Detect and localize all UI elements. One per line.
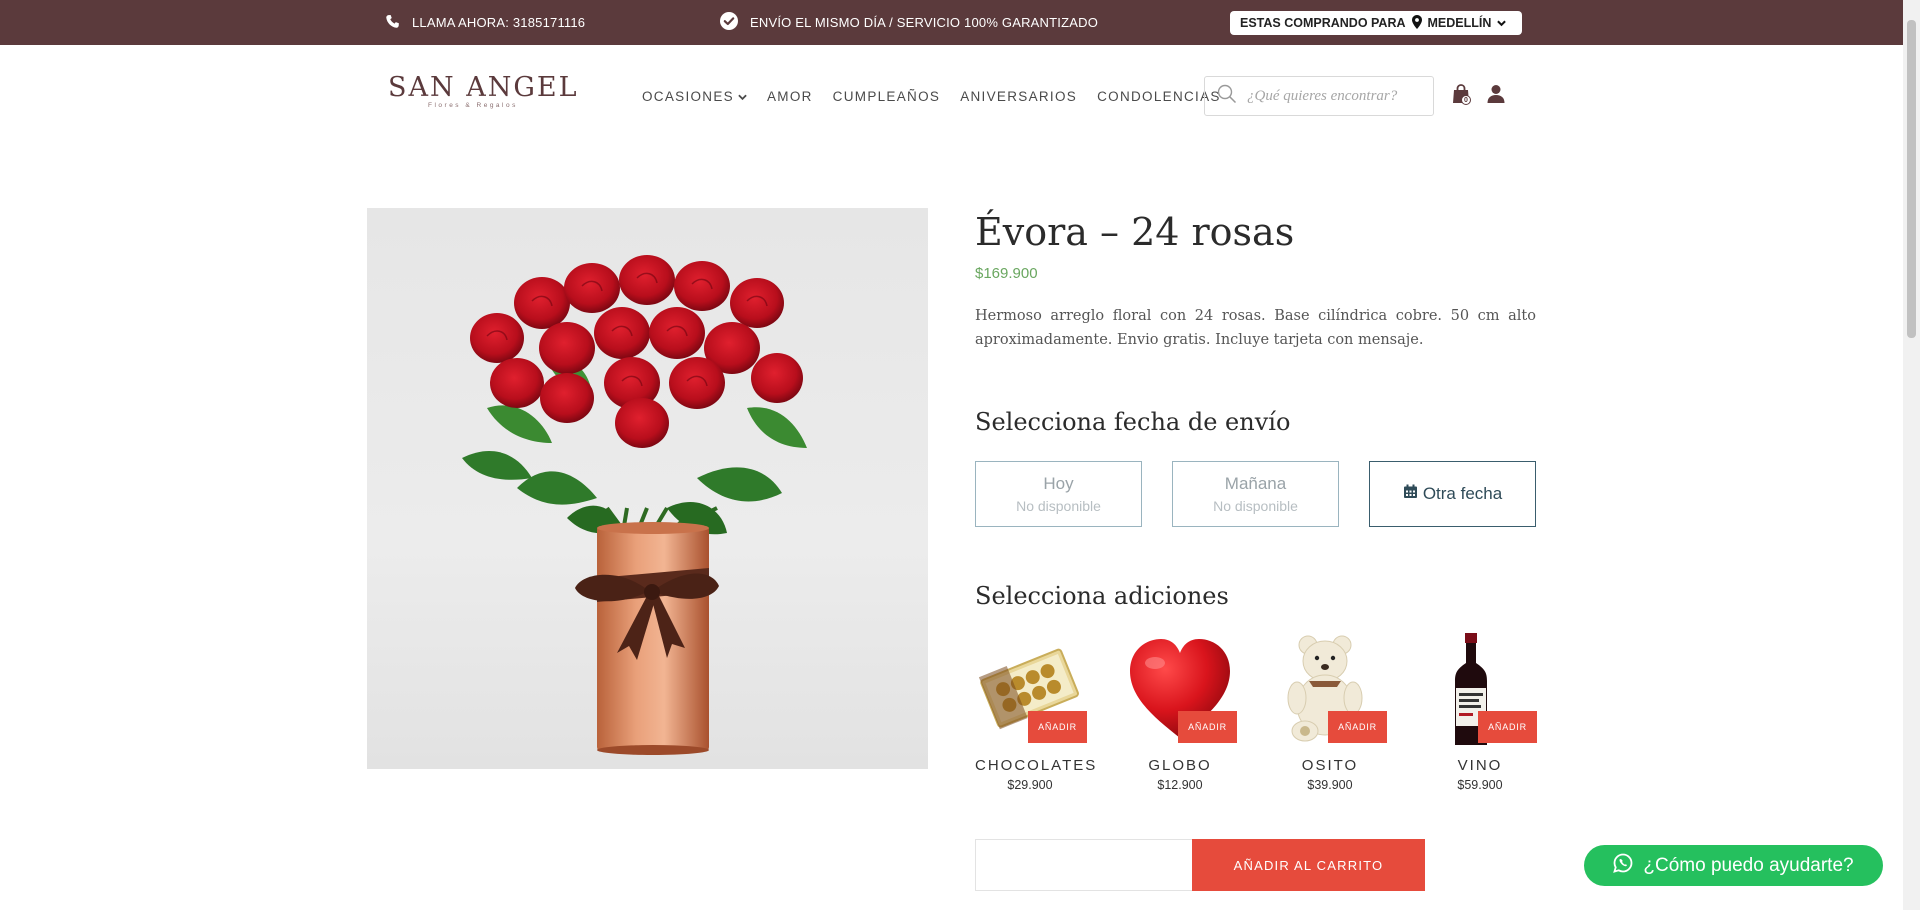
city-selector[interactable]: ESTAS COMPRANDO PARA MEDELLÍN <box>1230 11 1522 35</box>
top-bar: LLAMA AHORA: 3185171116 ENVÍO EL MISMO D… <box>0 0 1920 45</box>
quantity-input[interactable] <box>975 839 1192 891</box>
product-price: $169.900 <box>975 265 1038 282</box>
main-nav: OCASIONES AMOR CUMPLEAÑOS ANIVERSARIOS C… <box>642 82 1241 110</box>
nav-item-condolencias[interactable]: CONDOLENCIAS <box>1097 89 1221 104</box>
nav-item-amor[interactable]: AMOR <box>767 89 813 104</box>
nav-label: OCASIONES <box>642 88 734 104</box>
shipping-text: ENVÍO EL MISMO DÍA / SERVICIO 100% GARAN… <box>750 15 1099 30</box>
date-option-tomorrow[interactable]: Mañana No disponible <box>1172 461 1339 527</box>
logo[interactable]: SAN ANGEL Flores & Regalos <box>388 72 579 117</box>
search-box[interactable] <box>1204 76 1434 116</box>
addon-chocolates: AÑADIR CHOCOLATES $29.900 <box>975 633 1098 792</box>
search-input[interactable] <box>1247 87 1427 105</box>
chevron-down-icon <box>738 89 747 104</box>
search-icon[interactable] <box>1217 84 1237 109</box>
addon-vino: AÑADIR VINO $59.900 <box>1425 633 1537 792</box>
addon-name: OSITO <box>1301 757 1359 774</box>
call-now[interactable]: LLAMA AHORA: 3185171116 <box>385 0 585 45</box>
add-to-cart-button[interactable]: AÑADIR AL CARRITO <box>1192 839 1425 891</box>
product-image[interactable] <box>367 208 928 769</box>
nav-label: CONDOLENCIAS <box>1097 88 1221 104</box>
city-name: MEDELLÍN <box>1427 16 1492 30</box>
date-option-today[interactable]: Hoy No disponible <box>975 461 1142 527</box>
calendar-icon <box>1403 484 1418 504</box>
user-icon[interactable] <box>1487 84 1505 104</box>
phone-icon <box>385 14 400 32</box>
addon-price: $59.900 <box>1457 778 1503 792</box>
addon-image: AÑADIR <box>1125 633 1237 745</box>
whatsapp-chat-button[interactable]: ¿Cómo puedo ayudarte? <box>1584 845 1883 886</box>
nav-label: ANIVERSARIOS <box>960 88 1078 104</box>
chat-label: ¿Cómo puedo ayudarte? <box>1643 854 1854 876</box>
nav-item-cumpleanos[interactable]: CUMPLEAÑOS <box>833 89 941 104</box>
nav-item-ocasiones[interactable]: OCASIONES <box>642 89 747 104</box>
date-option-other[interactable]: Otra fecha <box>1369 461 1536 527</box>
addon-price: $39.900 <box>1307 778 1353 792</box>
date-option-label: Hoy <box>1043 474 1074 493</box>
addon-price: $12.900 <box>1157 778 1203 792</box>
add-addon-button[interactable]: AÑADIR <box>1328 711 1387 743</box>
add-addon-button[interactable]: AÑADIR <box>1178 711 1237 743</box>
chevron-down-icon <box>1497 16 1507 30</box>
scrollbar-thumb[interactable] <box>1907 20 1916 338</box>
map-pin-icon <box>1411 14 1422 32</box>
addon-image: AÑADIR <box>975 633 1087 745</box>
date-option-label: Mañana <box>1224 474 1287 493</box>
addon-image: AÑADIR <box>1275 633 1387 745</box>
nav-label: CUMPLEAÑOS <box>832 88 941 104</box>
date-option-status: No disponible <box>1016 498 1101 514</box>
buying-for-label: ESTAS COMPRANDO PARA <box>1240 16 1406 30</box>
logo-text: SAN ANGEL <box>388 72 579 103</box>
shipping-notice: ENVÍO EL MISMO DÍA / SERVICIO 100% GARAN… <box>720 0 1098 45</box>
rose-bouquet-illustration <box>462 255 807 755</box>
product-description: Hermoso arreglo floral con 24 rosas. Bas… <box>975 308 1536 348</box>
addon-globo: AÑADIR GLOBO $12.900 <box>1125 633 1237 792</box>
date-option-label: Otra fecha <box>1422 484 1503 503</box>
addon-image: AÑADIR <box>1425 633 1537 745</box>
product-title: Évora – 24 rosas <box>975 210 1295 254</box>
addon-name: GLOBO <box>1148 757 1212 774</box>
addon-price: $29.900 <box>1007 778 1053 792</box>
date-option-status: No disponible <box>1213 498 1298 514</box>
nav-label: AMOR <box>766 88 813 104</box>
addons-heading: Selecciona adiciones <box>975 582 1229 610</box>
cart-count-badge: 0 <box>1461 95 1471 105</box>
add-addon-button[interactable]: AÑADIR <box>1028 711 1087 743</box>
phone-text: LLAMA AHORA: 3185171116 <box>412 15 586 30</box>
check-circle-icon <box>720 12 738 33</box>
delivery-date-heading: Selecciona fecha de envío <box>975 408 1291 436</box>
addon-osito: AÑADIR OSITO $39.900 <box>1275 633 1387 792</box>
whatsapp-icon <box>1613 853 1633 879</box>
addon-name: CHOCOLATES <box>975 757 1098 774</box>
shopping-bag-icon[interactable]: 0 <box>1452 84 1472 106</box>
logo-subtitle: Flores & Regalos <box>428 102 518 109</box>
nav-item-aniversarios[interactable]: ANIVERSARIOS <box>960 89 1077 104</box>
add-addon-button[interactable]: AÑADIR <box>1478 711 1537 743</box>
addon-name: VINO <box>1457 757 1503 774</box>
